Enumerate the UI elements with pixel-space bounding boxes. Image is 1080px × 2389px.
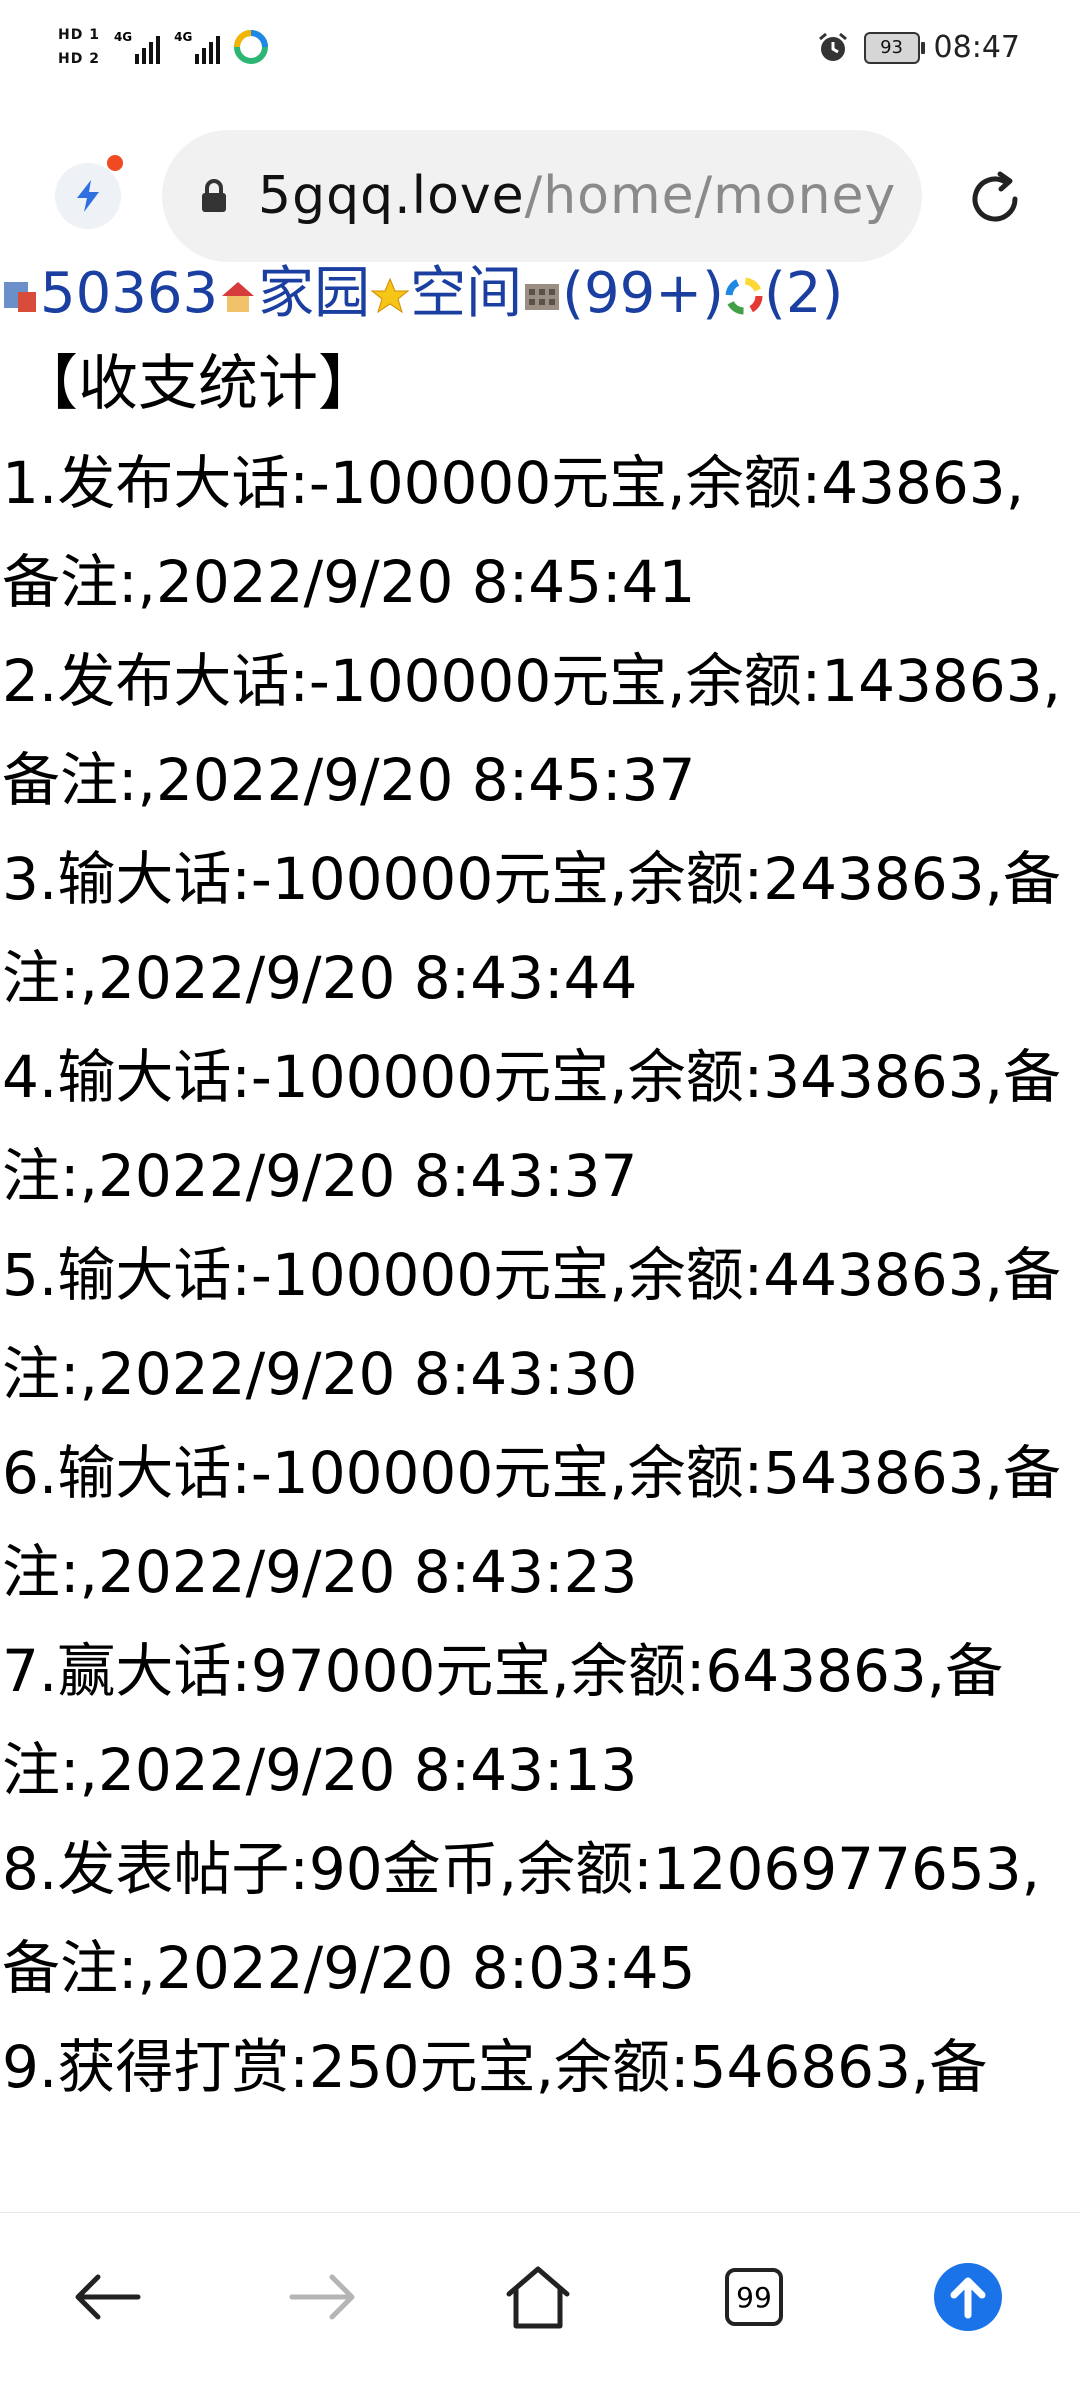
page-title: 【收支统计】: [18, 349, 378, 419]
site-nav: 50363 家园 空间 (99+) (2): [0, 262, 1080, 334]
user-icon: [4, 282, 36, 312]
bottom-nav: 99: [0, 2212, 1080, 2389]
url-text[interactable]: 5gqq.love/home/money: [258, 166, 896, 226]
address-bar[interactable]: 5gqq.love/home/money: [162, 130, 922, 262]
record-item: 1.发布大话:-100000元宝,余额:43863,备注:,2022/9/20 …: [2, 449, 1025, 616]
color-wheel-icon: [725, 277, 763, 315]
records-list: 1.发布大话:-100000元宝,余额:43863,备注:,2022/9/20 …: [0, 434, 1080, 2117]
sim-indicators: HD 1 HD 2: [58, 26, 100, 68]
mailbox-icon: [525, 284, 560, 310]
home-icon: [222, 282, 255, 312]
notification-dot: [107, 155, 123, 171]
record-item: 5.输大话:-100000元宝,余额:443863,备注:,2022/9/20 …: [2, 1241, 1062, 1408]
network-type-2: 4G: [174, 30, 193, 44]
browser-toolbar: 5gqq.love/home/money: [0, 108, 1080, 278]
messages-link[interactable]: (99+): [562, 262, 724, 326]
tabs-button[interactable]: 99: [714, 2257, 794, 2337]
battery-icon: 93: [863, 31, 925, 64]
record-item: 2.发布大话:-100000元宝,余额:143863,备注:,2022/9/20…: [2, 647, 1062, 814]
record-item: 6.输大话:-100000元宝,余额:543863,备注:,2022/9/20 …: [2, 1439, 1062, 1606]
clock: 08:47: [933, 30, 1020, 65]
record-item: 7.赢大话:97000元宝,余额:643863,备注:,2022/9/20 8:…: [2, 1637, 1004, 1804]
status-bar: HD 1 HD 2 4G 4G 93 08:47: [0, 0, 1080, 108]
refresh-button[interactable]: [960, 164, 1030, 234]
page-content: 50363 家园 空间 (99+) (2) 【收支统计】 1.发布大话:-100…: [0, 262, 1080, 2202]
space-link[interactable]: 空间: [410, 262, 522, 326]
user-id-link[interactable]: 50363: [40, 262, 218, 326]
app-notification-icon: [234, 30, 269, 64]
lightning-icon: [77, 180, 99, 212]
scroll-top-button[interactable]: [928, 2257, 1008, 2337]
network-type-1: 4G: [113, 30, 133, 44]
url-path: /home/money: [524, 166, 897, 226]
star-icon: [370, 277, 410, 314]
record-item: 4.输大话:-100000元宝,余额:343863,备注:,2022/9/20 …: [2, 1043, 1062, 1210]
alarm-icon: [818, 32, 847, 61]
record-item: 8.发表帖子:90金币,余额:1206977653,备注:,2022/9/20 …: [2, 1835, 1041, 2002]
signal-icon: 4G: [113, 30, 161, 64]
status-left: HD 1 HD 2 4G 4G: [58, 26, 269, 68]
record-item: 3.输大话:-100000元宝,余额:243863,备注:,2022/9/20 …: [2, 845, 1062, 1012]
forward-button[interactable]: [283, 2257, 363, 2337]
lock-icon: [202, 179, 226, 212]
signal-icon-2: 4G: [174, 30, 221, 64]
arrow-right-icon: [289, 2274, 355, 2320]
speed-mode-button[interactable]: [55, 155, 123, 229]
sim1-badge: HD 1: [58, 27, 100, 43]
url-host: 5gqq.love: [258, 166, 525, 226]
home-icon: [506, 2266, 570, 2329]
record-item: 9.获得打赏:250元宝,余额:546863,备: [2, 2033, 988, 2101]
status-right: 93 08:47: [816, 30, 1020, 65]
arrow-up-circle-icon: [934, 2263, 1002, 2331]
back-button[interactable]: [67, 2257, 147, 2337]
arrow-left-icon: [75, 2274, 141, 2320]
refresh-icon: [972, 171, 1018, 222]
home-button[interactable]: [498, 2257, 578, 2337]
tab-count: 99: [725, 2268, 783, 2326]
sim2-badge: HD 2: [58, 51, 100, 67]
home-link[interactable]: 家园: [258, 262, 370, 326]
notifications-link[interactable]: (2): [764, 262, 843, 326]
